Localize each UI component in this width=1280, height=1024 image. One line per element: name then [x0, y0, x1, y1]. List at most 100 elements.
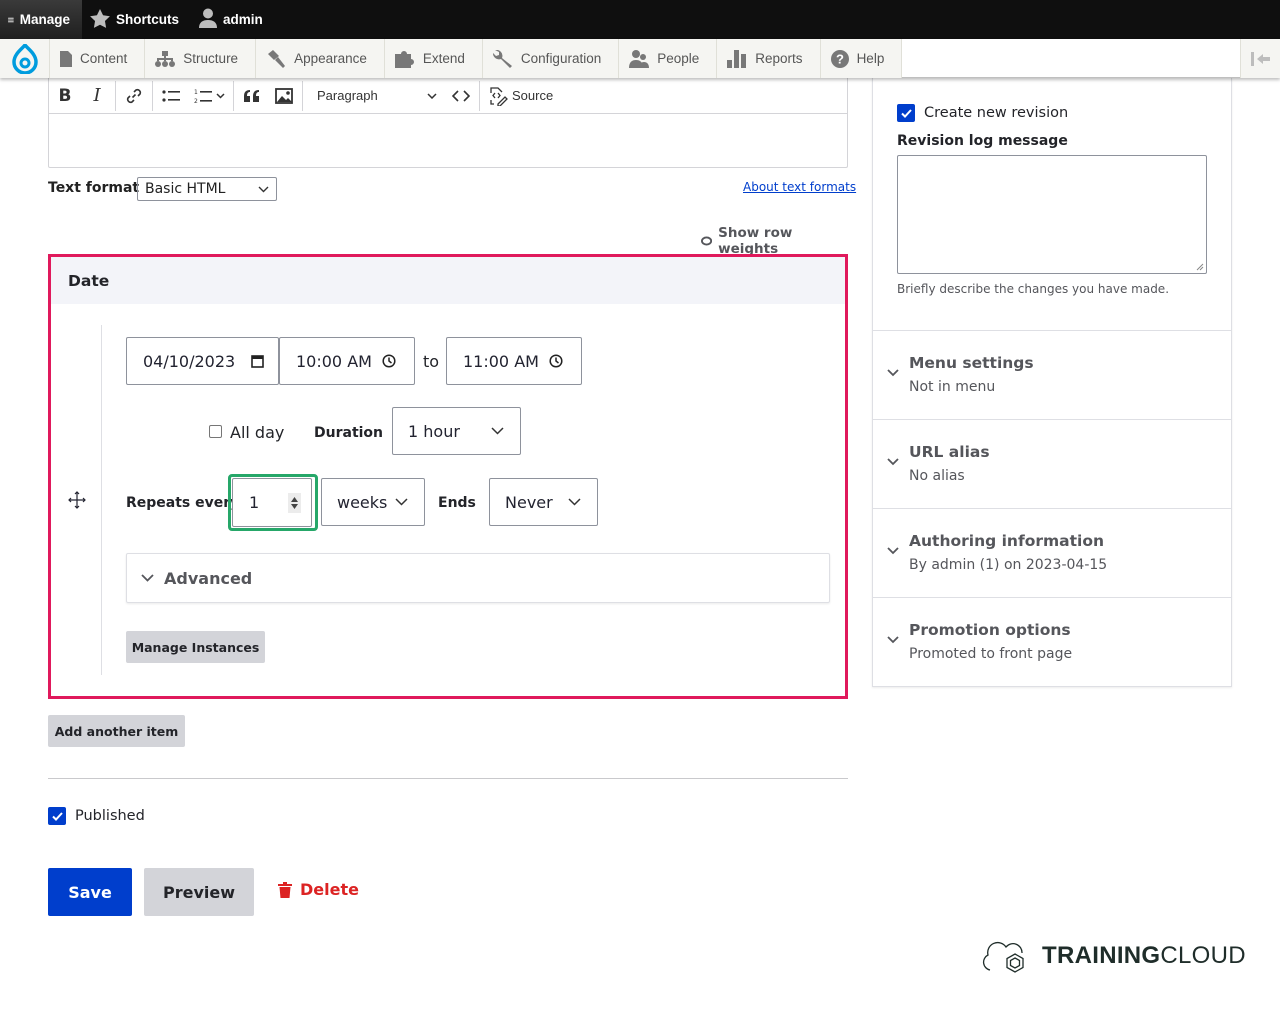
source-icon	[490, 86, 508, 106]
menu-structure[interactable]: Structure	[145, 39, 257, 78]
chevron-down-icon	[258, 186, 269, 192]
editor-content-area[interactable]	[49, 114, 847, 167]
menu-configuration[interactable]: Configuration	[482, 39, 620, 78]
brand-bold: TRAINING	[1042, 942, 1161, 969]
manage-instances-button[interactable]: Manage Instances	[126, 631, 265, 663]
brand-light: CLOUD	[1160, 942, 1246, 969]
numbered-list-button[interactable]: 12	[187, 81, 231, 111]
menu-help[interactable]: ? Help	[820, 39, 903, 78]
menu-reports-label: Reports	[755, 51, 803, 66]
chevron-down-icon	[568, 498, 581, 506]
chevron-down-icon	[887, 547, 899, 555]
bulleted-list-button[interactable]	[155, 81, 187, 111]
resize-handle-icon[interactable]	[1196, 263, 1204, 271]
menu-extend[interactable]: Extend	[384, 39, 483, 78]
revision-log-textarea[interactable]	[897, 155, 1207, 274]
save-button[interactable]: Save	[48, 868, 132, 916]
calendar-icon[interactable]	[251, 354, 264, 368]
menu-configuration-label: Configuration	[520, 51, 602, 66]
ends-select[interactable]: Never	[489, 478, 598, 526]
block-format-dropdown[interactable]: Paragraph	[305, 81, 445, 111]
start-time-input[interactable]: 10:00 AM	[279, 337, 415, 385]
menu-reports[interactable]: Reports	[717, 39, 821, 78]
duration-value: 1 hour	[408, 421, 460, 441]
repeat-unit-select[interactable]: weeks	[321, 478, 425, 526]
repeats-every-label: Repeats every	[126, 495, 240, 511]
trash-icon	[278, 881, 292, 898]
menu-appearance[interactable]: Appearance	[256, 39, 385, 78]
editor-toolbar: B I 12 Paragraph Source	[49, 78, 847, 114]
menu-content[interactable]: Content	[50, 39, 146, 78]
delete-button[interactable]: Delete	[278, 880, 359, 899]
shortcuts-tab[interactable]: Shortcuts	[82, 0, 191, 39]
date-field-title: Date	[51, 257, 845, 304]
collapse-arrow-icon	[1250, 51, 1270, 66]
user-tab[interactable]: admin	[191, 0, 275, 39]
chevron-down-icon	[215, 92, 225, 99]
clock-icon[interactable]	[382, 354, 396, 368]
promotion-options-section[interactable]: Promotion options Promoted to front page	[873, 598, 1231, 687]
authoring-information-section[interactable]: Authoring information By admin (1) on 20…	[873, 509, 1231, 598]
preview-button[interactable]: Preview	[144, 868, 254, 916]
url-alias-title: URL alias	[909, 443, 990, 461]
published-checkbox[interactable]	[48, 807, 66, 825]
all-day-label: All day	[230, 423, 285, 442]
bold-button[interactable]: B	[49, 81, 81, 111]
source-button[interactable]: Source	[482, 86, 559, 106]
cloud-logo-icon	[982, 941, 1024, 973]
bar-chart-icon	[727, 49, 747, 68]
repeat-interval-input[interactable]: 1	[232, 478, 312, 527]
add-another-item-button[interactable]: Add another item	[48, 715, 185, 747]
chevron-down-icon	[395, 498, 408, 506]
delete-label: Delete	[300, 880, 359, 899]
url-alias-section[interactable]: URL alias No alias	[873, 420, 1231, 509]
duration-select[interactable]: 1 hour	[392, 407, 521, 455]
italic-icon: I	[93, 85, 101, 106]
clock-icon[interactable]	[549, 354, 563, 368]
collapse-orientation-button[interactable]	[1240, 39, 1280, 78]
about-text-formats-link[interactable]: About text formats	[743, 180, 856, 194]
checkmark-icon	[900, 108, 912, 118]
menu-help-label: Help	[856, 51, 885, 66]
end-time-input[interactable]: 11:00 AM	[446, 337, 582, 385]
number-spinner[interactable]	[288, 493, 301, 513]
help-icon: ?	[830, 49, 849, 68]
menu-extend-label: Extend	[422, 51, 465, 66]
text-format-select[interactable]: Basic HTML	[137, 177, 277, 201]
menu-people[interactable]: People	[619, 39, 718, 78]
code-button[interactable]	[445, 81, 477, 111]
svg-text:?: ?	[836, 51, 844, 66]
chevron-down-icon	[887, 458, 899, 466]
link-button[interactable]	[118, 81, 150, 111]
advanced-label: Advanced	[164, 568, 253, 588]
trainingcloud-logo: TRAININGCLOUD	[980, 936, 1246, 976]
shortcuts-label: Shortcuts	[116, 12, 180, 27]
menu-settings-section[interactable]: Menu settings Not in menu	[873, 331, 1231, 420]
drag-handle[interactable]	[68, 491, 86, 513]
spin-up-icon[interactable]	[291, 497, 298, 502]
revision-section: Create new revision Revision log message…	[873, 78, 1231, 331]
manage-tab[interactable]: Manage	[0, 0, 82, 39]
drupal-drop-icon	[11, 43, 38, 74]
start-date-input[interactable]: 04/10/2023	[126, 337, 279, 385]
numbered-list-icon: 12	[194, 89, 212, 104]
spin-down-icon[interactable]	[291, 504, 298, 509]
create-revision-checkbox[interactable]	[897, 104, 915, 122]
create-revision-label: Create new revision	[924, 105, 1069, 121]
source-label: Source	[512, 88, 554, 103]
image-button[interactable]	[268, 81, 300, 111]
menu-appearance-label: Appearance	[294, 51, 367, 66]
italic-button[interactable]: I	[81, 81, 113, 111]
svg-text:2: 2	[194, 98, 198, 104]
all-day-checkbox[interactable]	[209, 425, 222, 438]
drupal-logo[interactable]	[0, 39, 50, 78]
blockquote-button[interactable]	[236, 81, 268, 111]
show-row-weights-label: Show row weights	[718, 225, 793, 257]
show-row-weights-button[interactable]: Show row weights	[695, 225, 847, 257]
star-icon	[90, 8, 110, 28]
link-icon	[126, 88, 142, 103]
block-format-value: Paragraph	[317, 88, 378, 103]
url-alias-summary: No alias	[909, 468, 965, 484]
duration-label: Duration	[314, 425, 384, 441]
advanced-details[interactable]: Advanced	[126, 553, 830, 603]
